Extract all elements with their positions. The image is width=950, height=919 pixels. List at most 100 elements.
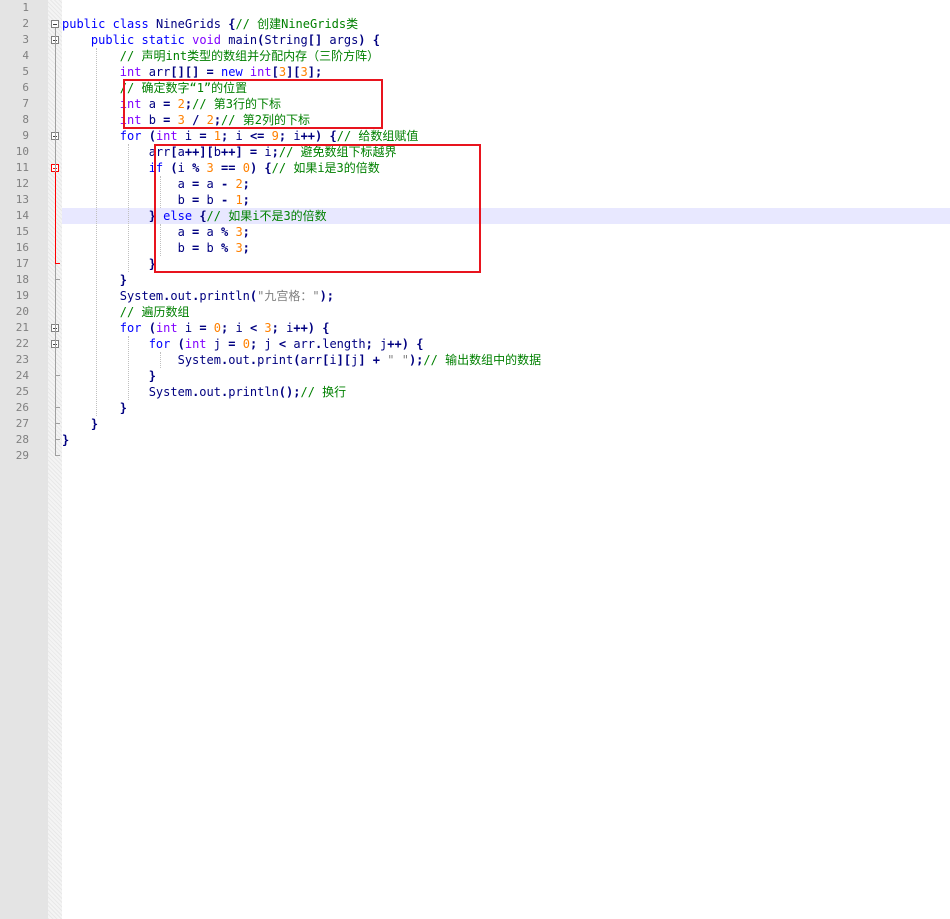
code-line[interactable]: 1: [0, 0, 950, 16]
code-line[interactable]: 20 // 遍历数组: [0, 304, 950, 320]
code-token: j: [257, 337, 279, 351]
line-number: 17: [15, 257, 29, 270]
line-number: 11: [15, 161, 29, 174]
code-token: print: [257, 353, 294, 367]
code-token: {: [416, 337, 424, 351]
code-token: 3: [264, 321, 272, 335]
code-line[interactable]: 9 for (int i = 1; i <= 9; i++) {// 给数组赋值: [0, 128, 950, 144]
code-line[interactable]: 21 for (int i = 0; i < 3; i++) {: [0, 320, 950, 336]
code-token: void: [192, 33, 221, 47]
code-token: ];: [307, 65, 323, 79]
line-number: 22: [15, 337, 29, 350]
code-text: }: [62, 272, 127, 288]
code-token: 3: [278, 65, 287, 79]
code-line[interactable]: 18 }: [0, 272, 950, 288]
code-token: // 给数组赋值: [336, 129, 419, 143]
code-token: 0: [242, 337, 250, 351]
code-line[interactable]: 5 int arr[][] = new int[3][3];: [0, 64, 950, 80]
code-line[interactable]: 3 public static void main(String[] args)…: [0, 32, 950, 48]
code-token: 3: [300, 65, 308, 79]
code-token: arr: [300, 353, 323, 367]
line-number: 24: [15, 369, 29, 382]
code-text: System.out.print(arr[i][j] + " ");// 输出数…: [62, 352, 541, 368]
code-token: // 输出数组中的数据: [423, 353, 542, 367]
line-number: 27: [15, 417, 29, 430]
code-token: =: [199, 129, 207, 143]
line-number: 28: [15, 433, 29, 446]
line-number: 7: [22, 97, 29, 110]
line-number: 4: [22, 49, 29, 62]
code-token: }: [90, 417, 99, 431]
fold-collapse-icon[interactable]: [51, 20, 59, 28]
code-token: out: [199, 385, 221, 399]
code-line[interactable]: 26 }: [0, 400, 950, 416]
code-token: 9: [271, 129, 279, 143]
line-number: 12: [15, 177, 29, 190]
code-line[interactable]: 22 for (int j = 0; j < arr.length; j++) …: [0, 336, 950, 352]
code-line[interactable]: 24 }: [0, 368, 950, 384]
code-text: public class NineGrids {// 创建NineGrids类: [62, 16, 358, 32]
code-token: main: [221, 33, 258, 47]
code-text: for (int j = 0; j < arr.length; j++) {: [62, 336, 424, 352]
code-token: int: [155, 321, 178, 335]
fold-end-marker: [55, 439, 60, 440]
code-token: new: [221, 65, 243, 79]
code-token: for: [119, 321, 142, 335]
code-token: (: [148, 321, 156, 335]
line-number: 16: [15, 241, 29, 254]
code-token: System: [119, 289, 164, 303]
code-text: }: [62, 432, 69, 448]
line-number: 3: [22, 33, 29, 46]
code-line[interactable]: 23 System.out.print(arr[i][j] + " ");// …: [0, 352, 950, 368]
code-token: [: [271, 65, 279, 79]
fold-end-marker: [55, 407, 60, 408]
code-line[interactable]: 25 System.out.println();// 换行: [0, 384, 950, 400]
code-line[interactable]: 28}: [0, 432, 950, 448]
line-number: 5: [22, 65, 29, 78]
code-token: ();: [278, 385, 301, 399]
code-line[interactable]: 2 public class NineGrids {// 创建NineGrids类: [0, 16, 950, 32]
line-number: 6: [22, 81, 29, 94]
indent-guide: [128, 336, 129, 400]
code-token: arr: [141, 65, 171, 79]
code-token: }: [148, 369, 156, 383]
code-text: }: [62, 416, 98, 432]
code-text: }: [62, 368, 156, 384]
fold-line-current: [55, 172, 56, 264]
code-text: for (int i = 1; i <= 9; i++) {// 给数组赋值: [62, 128, 419, 144]
highlight-box-position-init: [123, 79, 383, 129]
code-text: for (int i = 0; i < 3; i++) {: [62, 320, 330, 336]
code-line[interactable]: 19 System.out.println("九宫格：");: [0, 288, 950, 304]
code-line[interactable]: 29: [0, 448, 950, 464]
line-number: 15: [15, 225, 29, 238]
code-line[interactable]: 27 }: [0, 416, 950, 432]
code-token: ;: [365, 337, 373, 351]
code-text: // 声明int类型的数组并分配内存（三阶方阵）: [62, 48, 379, 64]
code-token: println: [228, 385, 279, 399]
line-number: 26: [15, 401, 29, 414]
code-text: public static void main(String[] args) {: [62, 32, 380, 48]
code-token: j: [206, 337, 229, 351]
code-line[interactable]: 4 // 声明int类型的数组并分配内存（三阶方阵）: [0, 48, 950, 64]
code-editor[interactable]: 1 2 public class NineGrids {// 创建NineGrids…: [0, 0, 950, 919]
code-token: ][: [336, 353, 352, 367]
code-token: []: [307, 33, 323, 47]
code-token: j: [372, 337, 388, 351]
